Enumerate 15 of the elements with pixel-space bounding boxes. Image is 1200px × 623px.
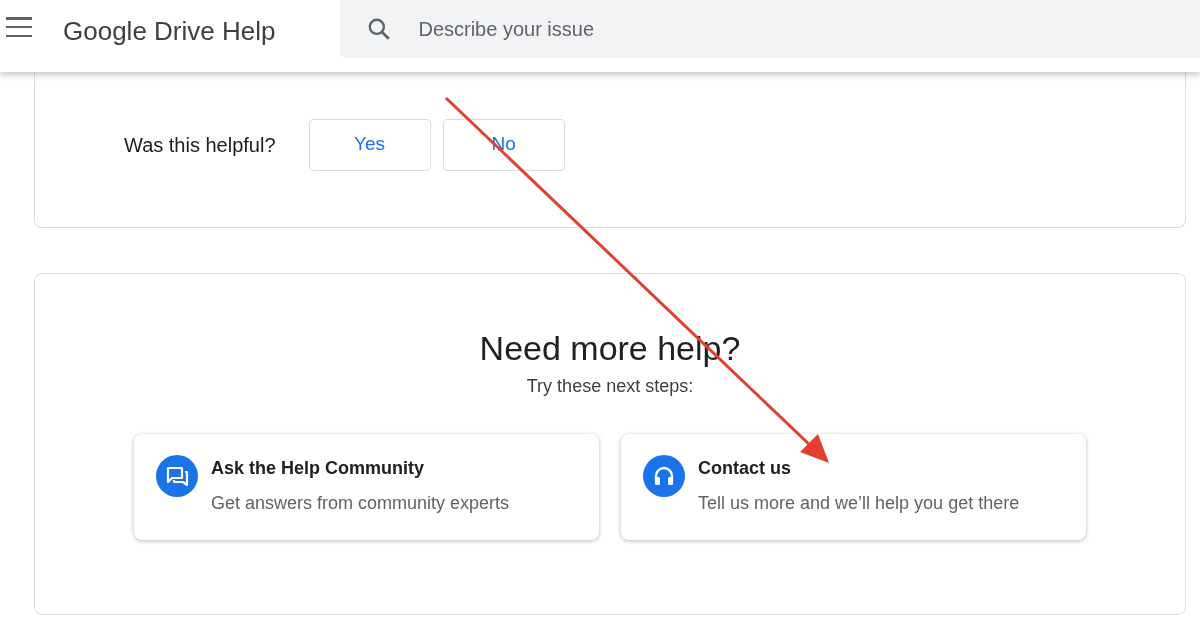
option-title: Ask the Help Community (211, 457, 426, 480)
page-title: Google Drive Help (63, 15, 276, 48)
search-field[interactable]: Describe your issue (340, 0, 1200, 58)
option-description: Tell us more and we’ll help you get there (698, 492, 1020, 515)
menu-icon[interactable] (6, 17, 32, 37)
headset-icon (643, 455, 685, 497)
chat-bubbles-icon (156, 455, 198, 497)
help-option-card[interactable]: Ask the Help Community Get answers from community experts (134, 434, 599, 540)
help-option-card[interactable]: Contact us Tell us more and we’ll help you get there (621, 434, 1086, 540)
feedback-button[interactable]: No (442, 118, 565, 171)
feedback-button[interactable]: Yes (308, 118, 431, 171)
option-title: Contact us (698, 457, 792, 480)
feedback-question: Was this helpful? (124, 132, 276, 158)
help-subtitle: Try these next steps: (526, 375, 694, 398)
option-description: Get answers from community experts (211, 492, 510, 515)
